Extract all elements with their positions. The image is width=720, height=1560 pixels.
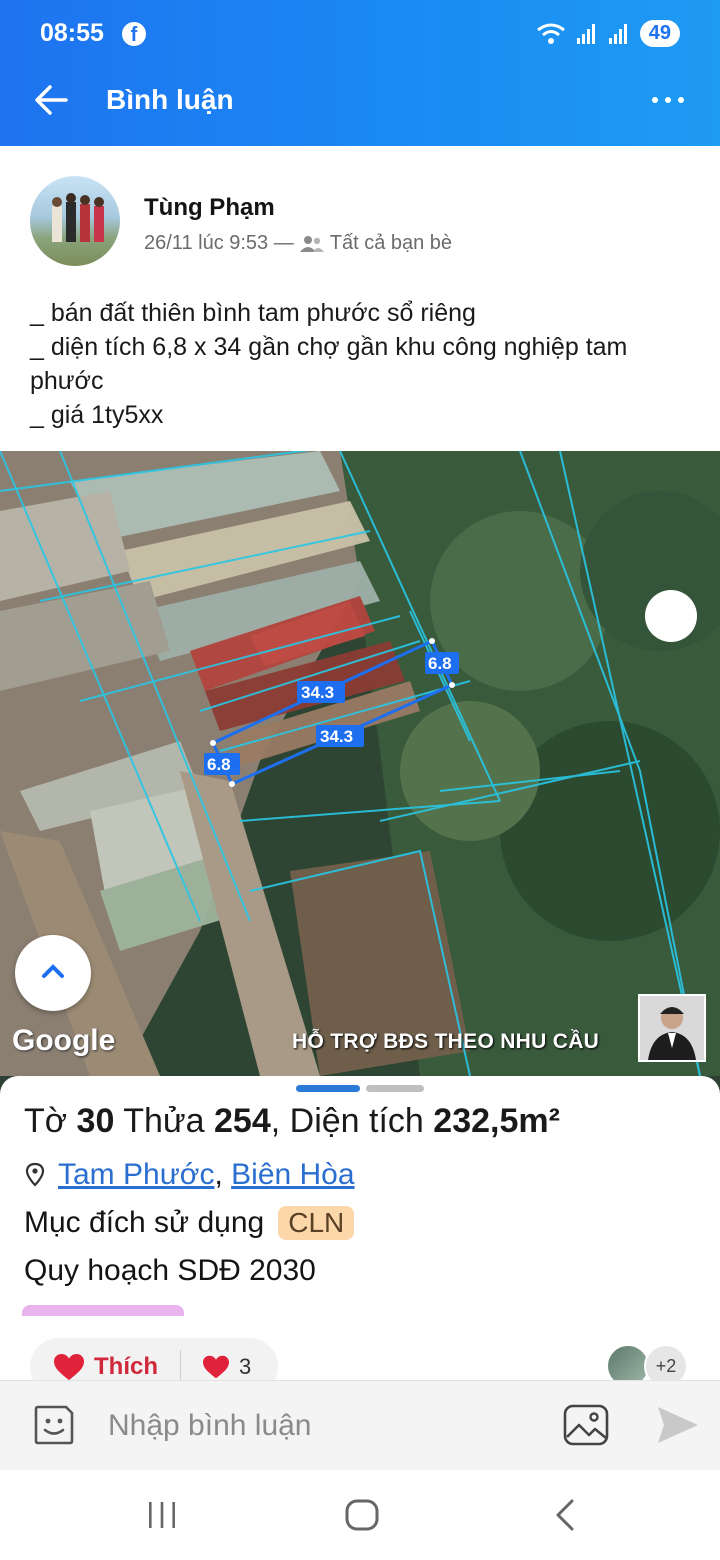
page-indicator (366, 1085, 424, 1092)
parcel-location: Tam Phước, Biên Hòa (24, 1158, 355, 1192)
author-avatar[interactable] (30, 176, 120, 266)
back-icon[interactable] (552, 1498, 578, 1532)
area-value: 232,5m² (433, 1102, 560, 1140)
signal-icon-2 (608, 23, 627, 44)
agent-portrait (640, 996, 704, 1060)
land-purpose: Mục đích sử dụng CLN (24, 1206, 355, 1240)
avatar-photo (52, 193, 104, 242)
post-audience: Tất cả bạn bè (329, 232, 453, 254)
system-navbar (0, 1470, 720, 1560)
measurement-label: 34.3 (320, 727, 353, 746)
facebook-icon: f (122, 22, 146, 46)
sticker-icon[interactable] (32, 1403, 76, 1447)
page-indicator-active (296, 1085, 360, 1092)
parcel-info-card: Tờ 30 Thửa 254, Diện tích 232,5m² Tam Ph… (0, 1076, 720, 1316)
image-icon[interactable] (562, 1403, 610, 1447)
google-logo: Google (12, 1024, 116, 1057)
map-marker (645, 590, 697, 642)
like-button[interactable]: Thích (94, 1353, 158, 1381)
heart-icon (203, 1355, 229, 1379)
dot-icon (665, 97, 671, 103)
measurement-label: 34.3 (301, 683, 334, 702)
post-body: _ bán đất thiên bình tam phước sổ riêng … (30, 296, 700, 432)
location-pin-icon (25, 1162, 45, 1187)
recent-apps-icon[interactable] (146, 1500, 178, 1530)
lot-label: Thửa (123, 1102, 205, 1140)
chevron-up-icon (42, 964, 64, 978)
post-line: _ giá 1ty5xx (30, 401, 164, 429)
post-line: _ bán đất thiên bình tam phước sổ riêng (30, 299, 476, 327)
purpose-label: Mục đích sử dụng (24, 1206, 265, 1239)
city-link[interactable]: Biên Hòa (231, 1158, 354, 1191)
sheet-number: 30 (76, 1102, 115, 1140)
wifi-icon (536, 23, 565, 44)
satellite-map: 6.8 34.3 34.3 6.8 (0, 451, 720, 1076)
heart-icon[interactable] (52, 1352, 86, 1382)
battery-level: 49 (639, 20, 680, 47)
area-label: , Diện tích (270, 1102, 424, 1140)
sheet-label: Tờ (24, 1102, 68, 1140)
post-line: _ diện tích 6,8 x 34 gần chợ gần khu côn… (30, 333, 635, 395)
lot-number: 254 (214, 1102, 271, 1140)
send-icon[interactable] (654, 1403, 700, 1447)
comment-input[interactable] (108, 1405, 528, 1447)
home-icon[interactable] (344, 1498, 380, 1532)
zoning-plan: Quy hoạch SDĐ 2030 (24, 1254, 316, 1287)
agent-photo (638, 994, 706, 1062)
divider (180, 1350, 181, 1384)
more-options-button[interactable] (652, 86, 692, 114)
dot-icon (678, 97, 684, 103)
status-time: 08:55 (40, 19, 104, 47)
parcel-summary: Tờ 30 Thửa 254, Diện tích 232,5m² (24, 1102, 560, 1141)
app-header: 08:55 f 49 Bình luận (0, 0, 720, 146)
post-meta: 26/11 lúc 9:53 — Tất cả bạn bè (144, 232, 452, 255)
image-watermark: HỖ TRỢ BĐS THEO NHU CẦU (292, 1030, 600, 1053)
post-timestamp: 26/11 lúc 9:53 — (144, 232, 294, 254)
friends-icon (299, 235, 324, 252)
page-title: Bình luận (106, 84, 234, 115)
reactions-bar: Thích 3 +2 (0, 1316, 720, 1396)
status-icons: 49 (536, 20, 680, 47)
measurement-label: 6.8 (207, 755, 231, 774)
comment-bar (0, 1380, 720, 1470)
ward-link[interactable]: Tam Phước (58, 1158, 214, 1191)
expand-button[interactable] (15, 935, 91, 1011)
signal-icon (576, 23, 595, 44)
reaction-count[interactable]: 3 (239, 1354, 251, 1380)
back-arrow-icon[interactable] (32, 80, 72, 120)
dot-icon (652, 97, 658, 103)
purpose-badge: CLN (278, 1206, 355, 1240)
author-name[interactable]: Tùng Phạm (144, 194, 275, 222)
measurement-label: 6.8 (428, 654, 452, 673)
